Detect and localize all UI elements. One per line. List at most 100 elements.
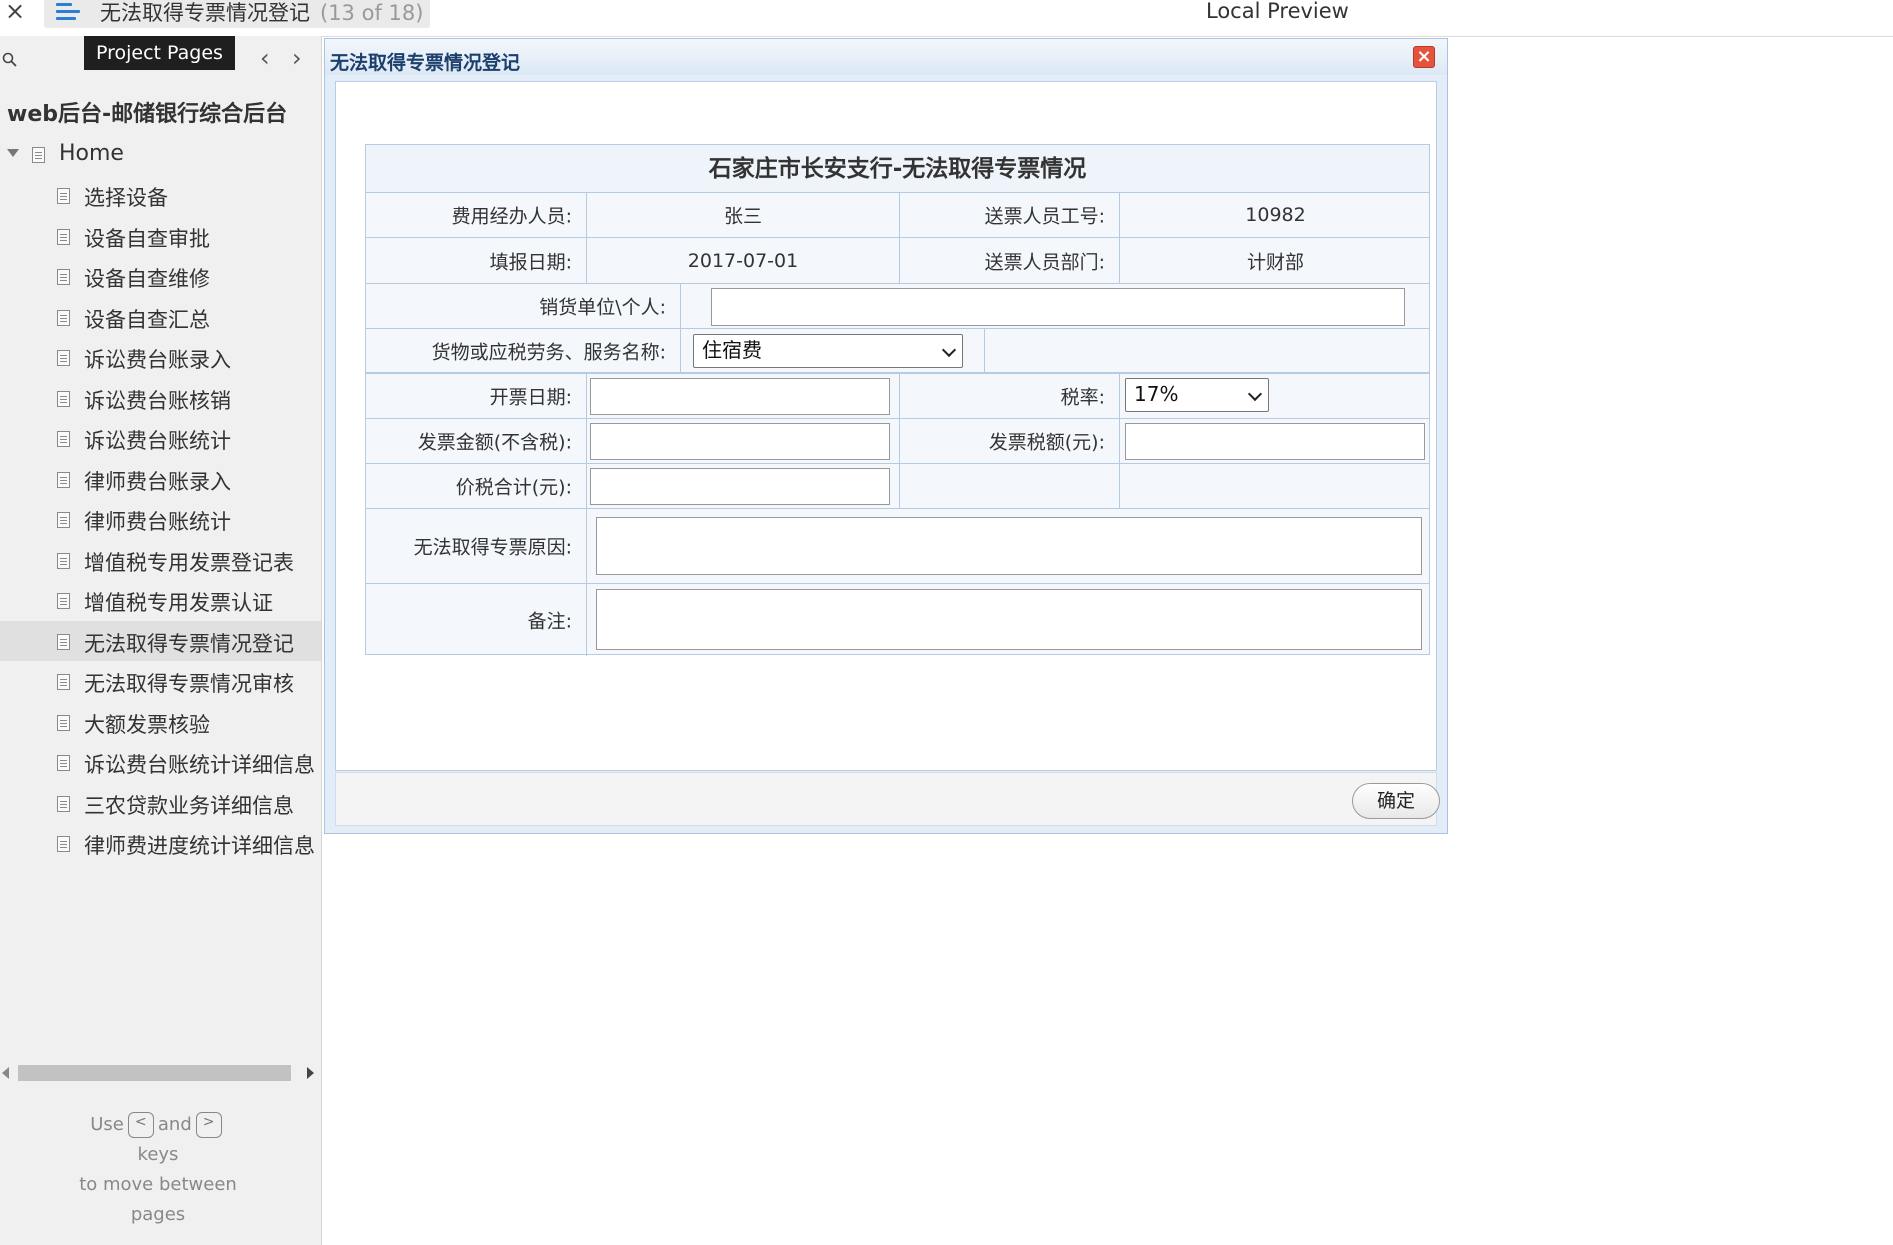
- sender-dept-value-cell: 计财部: [1120, 238, 1431, 283]
- local-preview-label: Local Preview: [1206, 0, 1349, 23]
- dialog-titlebar[interactable]: 无法取得专票情况登记 ×: [325, 39, 1447, 75]
- tree-item[interactable]: 诉讼费台账统计: [0, 418, 321, 459]
- goods-select[interactable]: 住宿费: [693, 334, 963, 368]
- scroll-right-icon[interactable]: [307, 1067, 314, 1079]
- fill-date-value-cell: 2017-07-01: [587, 238, 900, 283]
- tree-item-label: 增值税专用发票登记表: [84, 550, 294, 575]
- tree-item[interactable]: 大额发票核验: [0, 702, 321, 743]
- fill-date-label-cell: 填报日期:: [366, 238, 587, 283]
- total-input[interactable]: [590, 468, 890, 505]
- total-empty-cell-1: [900, 464, 1120, 508]
- tree-item-label: 选择设备: [84, 186, 168, 210]
- form-row-handler: 费用经办人员: 张三 送票人员工号: 10982: [366, 193, 1429, 238]
- dialog-title: 无法取得专票情况登记: [330, 52, 521, 74]
- tax-amount-input[interactable]: [1125, 423, 1425, 460]
- chevron-left-icon[interactable]: ‹: [260, 46, 270, 70]
- sender-id-value-cell: 10982: [1120, 193, 1431, 237]
- remark-label-cell: 备注:: [366, 584, 587, 656]
- tree-item-label: Home: [59, 141, 124, 166]
- reason-textarea[interactable]: [596, 517, 1422, 575]
- form-row-goods: 货物或应税劳务、服务名称: 住宿费: [366, 329, 1429, 374]
- chevron-down-icon: [941, 342, 957, 358]
- horizontal-scrollbar[interactable]: [0, 1062, 321, 1084]
- tree-item-label: 律师费台账统计: [84, 510, 231, 534]
- page-icon: [57, 512, 70, 528]
- sender-id-value: 10982: [1245, 204, 1306, 226]
- tree-item[interactable]: 三农贷款业务详细信息: [0, 783, 321, 824]
- page-icon: [57, 309, 70, 326]
- form-row-remark: 备注:: [366, 584, 1429, 656]
- remark-textarea[interactable]: [596, 589, 1422, 650]
- tree-item-label: 诉讼费台账统计: [84, 429, 231, 453]
- tree-item-label: 三农贷款业务详细信息: [84, 793, 294, 818]
- tree-item[interactable]: 设备自查审批: [0, 216, 321, 257]
- tax-rate-value-cell: 17%: [1120, 374, 1431, 418]
- amount-value-cell: [587, 419, 900, 463]
- goods-label: 货物或应税劳务、服务名称:: [431, 341, 666, 363]
- chevron-right-icon[interactable]: ›: [292, 46, 302, 70]
- page-selector[interactable]: 无法取得专票情况登记 (13 of 18): [44, 0, 430, 28]
- tree-item-label: 无法取得专票情况审核: [84, 672, 294, 696]
- form-title-row: 石家庄市长安支行-无法取得专票情况: [366, 145, 1429, 193]
- amount-input[interactable]: [590, 423, 890, 460]
- tree-item[interactable]: 设备自查维修: [0, 256, 321, 297]
- tree-item[interactable]: 增值税专用发票认证: [0, 580, 321, 621]
- page-icon: [32, 147, 45, 163]
- seller-input[interactable]: [711, 288, 1405, 326]
- tree-item-label: 诉讼费台账录入: [84, 348, 231, 372]
- handler-value: 张三: [723, 205, 762, 228]
- tree-item[interactable]: 诉讼费台账核销: [0, 378, 321, 419]
- menu-icon[interactable]: [56, 3, 80, 21]
- sender-id-label: 送票人员工号:: [984, 205, 1105, 228]
- tree-item[interactable]: 律师费台账录入: [0, 459, 321, 500]
- tree-item[interactable]: 无法取得专票情况登记: [0, 620, 321, 661]
- invoice-date-label: 开票日期:: [489, 386, 572, 409]
- page-icon: [57, 836, 70, 852]
- tree-item[interactable]: 增值税专用发票登记表: [0, 540, 321, 581]
- scrollbar-thumb[interactable]: [18, 1065, 291, 1081]
- reason-label: 无法取得专票原因:: [413, 536, 572, 559]
- page-icon: [57, 714, 70, 731]
- tree-item[interactable]: 诉讼费台账统计详细信息: [0, 742, 321, 783]
- total-value-cell: [587, 464, 900, 508]
- invoice-form: 石家庄市长安支行-无法取得专票情况 费用经办人员: 张三 送票人员工号: 109…: [365, 144, 1431, 656]
- amount-label: 发票金额(不含税):: [417, 431, 572, 454]
- scroll-left-icon[interactable]: [2, 1067, 9, 1079]
- chevron-down-icon: [1247, 386, 1263, 402]
- sender-dept-label-cell: 送票人员部门:: [900, 238, 1120, 283]
- close-icon[interactable]: ×: [4, 0, 26, 24]
- tree-item-label: 设备自查汇总: [84, 307, 210, 332]
- tax-rate-select[interactable]: 17%: [1125, 378, 1269, 412]
- page-icon: [57, 633, 70, 650]
- keyboard-hint: Use < and > keys to move between pages: [79, 1112, 237, 1225]
- tree-item[interactable]: 诉讼费台账录入: [0, 337, 321, 378]
- page-count: (13 of 18): [320, 1, 424, 25]
- tax-amount-label: 发票税额(元):: [988, 431, 1105, 454]
- tree-item[interactable]: 设备自查汇总: [0, 297, 321, 338]
- ok-button[interactable]: 确定: [1352, 783, 1440, 819]
- invoice-date-input[interactable]: [590, 378, 890, 415]
- tree-item-home[interactable]: Home: [0, 135, 321, 175]
- goods-empty-cell: [985, 329, 1431, 372]
- reason-label-cell: 无法取得专票原因:: [366, 509, 587, 583]
- tree-item[interactable]: 律师费进度统计详细信息: [0, 823, 321, 864]
- seller-value-cell: [681, 284, 1431, 328]
- tax-amount-value-cell: [1120, 419, 1431, 463]
- caret-down-icon[interactable]: [7, 149, 19, 157]
- project-title: web后台-邮储银行综合后台: [7, 102, 288, 127]
- dialog-close-icon[interactable]: ×: [1413, 46, 1435, 68]
- top-bar: × 无法取得专票情况登记 (13 of 18) Local Preview: [0, 0, 1893, 37]
- search-icon[interactable]: [2, 52, 18, 68]
- tax-rate-label-cell: 税率:: [900, 374, 1120, 418]
- form-row-date: 填报日期: 2017-07-01 送票人员部门: 计财部: [366, 238, 1429, 284]
- form-title: 石家庄市长安支行-无法取得专票情况: [708, 156, 1087, 182]
- tree-item[interactable]: 律师费台账统计: [0, 499, 321, 540]
- tree-item-label: 增值税专用发票认证: [84, 591, 273, 615]
- invoice-date-label-cell: 开票日期:: [366, 374, 587, 418]
- page-icon: [57, 795, 70, 812]
- tree-item[interactable]: 无法取得专票情况审核: [0, 661, 321, 702]
- tree-item[interactable]: 选择设备: [0, 175, 321, 216]
- page-icon: [57, 431, 70, 447]
- invoice-date-value-cell: [587, 374, 900, 418]
- sidebar: Project Pages ‹ › web后台-邮储银行综合后台 Home 选择…: [0, 36, 322, 1245]
